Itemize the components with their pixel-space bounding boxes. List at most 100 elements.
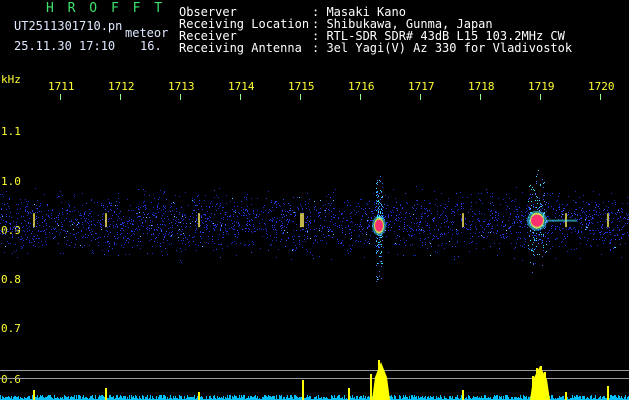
noise-pixel: [401, 217, 402, 218]
amplitude-baseline: [409, 396, 410, 400]
noise-pixel: [442, 234, 443, 235]
noise-pixel: [454, 212, 455, 213]
noise-pixel: [198, 245, 199, 246]
noise-pixel: [575, 202, 576, 203]
noise-pixel: [171, 222, 172, 223]
noise-pixel: [120, 230, 121, 231]
echo-scatter-pixel: [379, 180, 380, 181]
noise-pixel: [124, 244, 125, 245]
noise-pixel: [108, 199, 109, 200]
noise-pixel: [211, 221, 212, 222]
noise-pixel: [615, 202, 616, 203]
noise-pixel: [276, 232, 277, 233]
noise-pixel: [479, 211, 480, 212]
noise-pixel: [248, 245, 249, 246]
noise-pixel: [149, 217, 150, 218]
noise-pixel: [408, 234, 409, 235]
noise-pixel: [170, 227, 171, 228]
noise-pixel: [328, 209, 329, 210]
amplitude-baseline: [469, 396, 470, 400]
noise-pixel: [253, 211, 254, 212]
noise-pixel: [367, 204, 368, 205]
echo-scatter-pixel: [382, 236, 383, 237]
noise-pixel: [307, 217, 308, 218]
amplitude-baseline: [230, 395, 231, 400]
noise-pixel: [560, 224, 561, 225]
amplitude-baseline: [159, 395, 160, 400]
noise-pixel: [374, 216, 375, 217]
noise-pixel: [347, 250, 348, 251]
noise-pixel: [563, 228, 564, 229]
noise-pixel: [523, 219, 524, 220]
noise-pixel: [151, 234, 152, 235]
noise-pixel: [199, 203, 200, 204]
noise-pixel: [114, 236, 115, 237]
noise-pixel: [264, 223, 265, 224]
noise-pixel: [603, 202, 604, 203]
noise-pixel: [603, 234, 604, 235]
echo-scatter-pixel: [380, 261, 381, 262]
noise-pixel: [165, 248, 166, 249]
noise-pixel: [109, 218, 110, 219]
echo-scatter-pixel: [536, 238, 537, 239]
noise-pixel: [171, 243, 172, 244]
noise-pixel: [163, 193, 164, 194]
noise-pixel: [117, 205, 118, 206]
noise-pixel: [539, 235, 540, 236]
echo-scatter-pixel: [381, 266, 382, 267]
noise-pixel: [246, 215, 247, 216]
noise-pixel: [206, 229, 207, 230]
noise-pixel: [470, 229, 471, 230]
noise-pixel: [450, 229, 451, 230]
noise-pixel: [543, 250, 544, 251]
noise-pixel: [159, 197, 160, 198]
amplitude-baseline: [318, 395, 319, 400]
noise-pixel: [290, 214, 291, 215]
noise-pixel: [93, 237, 94, 238]
noise-pixel: [339, 211, 340, 212]
noise-pixel: [133, 220, 134, 221]
noise-pixel: [420, 221, 421, 222]
noise-pixel: [45, 234, 46, 235]
echo-scatter-pixel: [539, 254, 540, 255]
noise-pixel: [621, 238, 622, 239]
noise-pixel: [27, 231, 28, 232]
echo-scatter-pixel: [539, 207, 540, 208]
noise-pixel: [10, 212, 11, 213]
noise-pixel: [302, 241, 303, 242]
noise-pixel: [508, 228, 509, 229]
noise-pixel: [23, 226, 24, 227]
noise-pixel: [522, 246, 523, 247]
noise-pixel: [199, 200, 200, 201]
echo-scatter-pixel: [378, 263, 379, 264]
noise-pixel: [174, 203, 175, 204]
noise-pixel: [435, 251, 436, 252]
noise-pixel: [208, 236, 209, 237]
noise-pixel: [86, 218, 87, 219]
noise-pixel: [442, 213, 443, 214]
noise-pixel: [286, 220, 287, 221]
amplitude-baseline: [142, 395, 143, 400]
noise-pixel: [46, 229, 47, 230]
noise-pixel: [153, 215, 154, 216]
noise-pixel: [181, 251, 182, 252]
noise-pixel: [362, 229, 363, 230]
noise-pixel: [98, 220, 99, 221]
noise-pixel: [41, 241, 42, 242]
noise-pixel: [529, 208, 530, 209]
noise-pixel: [248, 213, 249, 214]
noise-pixel: [551, 206, 552, 207]
noise-pixel: [588, 225, 589, 226]
noise-pixel: [484, 237, 485, 238]
noise-pixel: [271, 200, 272, 201]
echo-scatter-pixel: [529, 236, 530, 237]
noise-pixel: [458, 256, 459, 257]
noise-pixel: [562, 233, 563, 234]
noise-pixel: [369, 239, 370, 240]
noise-pixel: [256, 214, 257, 215]
noise-pixel: [283, 199, 284, 200]
noise-pixel: [287, 219, 288, 220]
noise-pixel: [565, 245, 566, 246]
amplitude-baseline: [227, 395, 228, 400]
noise-pixel: [527, 227, 528, 228]
